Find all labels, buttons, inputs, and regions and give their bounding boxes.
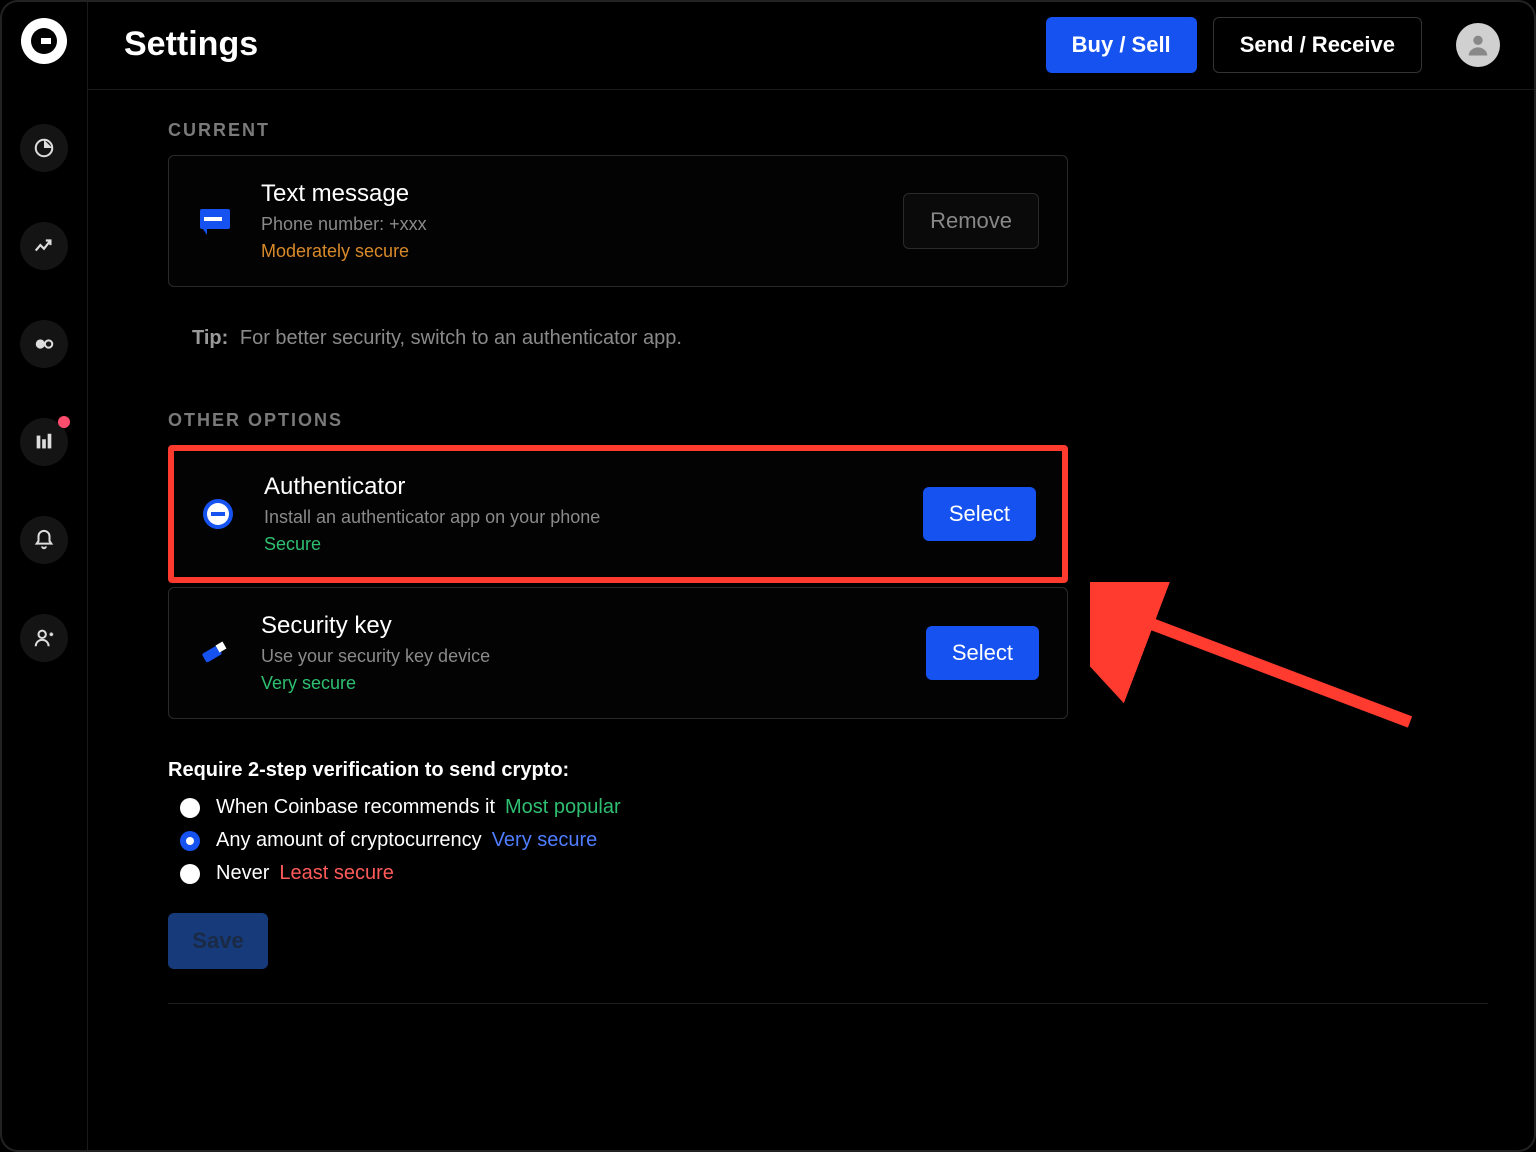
twostep-title: Require 2-step verification to send cryp… bbox=[168, 759, 1476, 782]
security-key-subtitle: Use your security key device bbox=[261, 646, 926, 667]
nav-invite[interactable] bbox=[20, 614, 68, 662]
send-receive-button[interactable]: Send / Receive bbox=[1213, 17, 1422, 73]
main-content: CURRENT Text message Phone number: +xxx … bbox=[88, 90, 1516, 1152]
sms-icon bbox=[197, 203, 233, 239]
nav-dashboard[interactable] bbox=[20, 418, 68, 466]
save-button[interactable]: Save bbox=[168, 913, 268, 969]
current-title: Text message bbox=[261, 180, 903, 208]
radio-label: Never bbox=[216, 862, 269, 885]
authenticator-icon bbox=[200, 496, 236, 532]
twostep-option-any[interactable]: Any amount of cryptocurrency Very secure bbox=[180, 829, 1476, 852]
current-subtitle: Phone number: +xxx bbox=[261, 214, 903, 235]
nav-explore[interactable] bbox=[20, 320, 68, 368]
circles-icon bbox=[33, 333, 55, 355]
nav-notifications[interactable] bbox=[20, 516, 68, 564]
user-icon bbox=[1464, 31, 1492, 59]
authenticator-security: Secure bbox=[264, 534, 923, 555]
current-security: Moderately secure bbox=[261, 241, 903, 262]
topbar: Settings Buy / Sell Send / Receive bbox=[88, 0, 1536, 90]
radio-tag: Most popular bbox=[505, 796, 621, 819]
sidebar bbox=[0, 0, 88, 1152]
authenticator-card: Authenticator Install an authenticator a… bbox=[168, 445, 1068, 583]
current-method-card: Text message Phone number: +xxx Moderate… bbox=[168, 155, 1068, 287]
buy-sell-button[interactable]: Buy / Sell bbox=[1046, 17, 1197, 73]
radio-icon bbox=[180, 864, 200, 884]
grid-icon bbox=[33, 431, 55, 453]
security-key-title: Security key bbox=[261, 612, 926, 640]
logo[interactable] bbox=[21, 18, 67, 64]
authenticator-title: Authenticator bbox=[264, 473, 923, 501]
notification-badge bbox=[58, 416, 70, 428]
radio-tag: Very secure bbox=[492, 829, 598, 852]
tip-text: For better security, switch to an authen… bbox=[240, 327, 682, 349]
clock-pie-icon bbox=[33, 137, 55, 159]
current-section-label: CURRENT bbox=[168, 120, 1476, 141]
divider bbox=[168, 1003, 1488, 1004]
avatar[interactable] bbox=[1456, 23, 1500, 67]
tip-label: Tip: bbox=[192, 327, 228, 349]
remove-button[interactable]: Remove bbox=[903, 193, 1039, 249]
security-key-select-button[interactable]: Select bbox=[926, 626, 1039, 680]
radio-label: Any amount of cryptocurrency bbox=[216, 829, 482, 852]
other-section-label: OTHER OPTIONS bbox=[168, 410, 1476, 431]
twostep-option-never[interactable]: Never Least secure bbox=[180, 862, 1476, 885]
security-key-icon bbox=[197, 635, 233, 671]
security-key-card: Security key Use your security key devic… bbox=[168, 587, 1068, 719]
radio-icon bbox=[180, 798, 200, 818]
authenticator-select-button[interactable]: Select bbox=[923, 487, 1036, 541]
security-key-security: Very secure bbox=[261, 673, 926, 694]
nav-trade[interactable] bbox=[20, 222, 68, 270]
radio-label: When Coinbase recommends it bbox=[216, 796, 495, 819]
nav-home[interactable] bbox=[20, 124, 68, 172]
bell-icon bbox=[33, 529, 55, 551]
radio-tag: Least secure bbox=[279, 862, 394, 885]
trend-icon bbox=[33, 235, 55, 257]
person-plus-icon bbox=[33, 627, 55, 649]
radio-icon bbox=[180, 831, 200, 851]
page-title: Settings bbox=[124, 25, 1046, 64]
twostep-option-recommended[interactable]: When Coinbase recommends it Most popular bbox=[180, 796, 1476, 819]
authenticator-subtitle: Install an authenticator app on your pho… bbox=[264, 507, 923, 528]
tip-row: Tip: For better security, switch to an a… bbox=[192, 327, 1476, 350]
